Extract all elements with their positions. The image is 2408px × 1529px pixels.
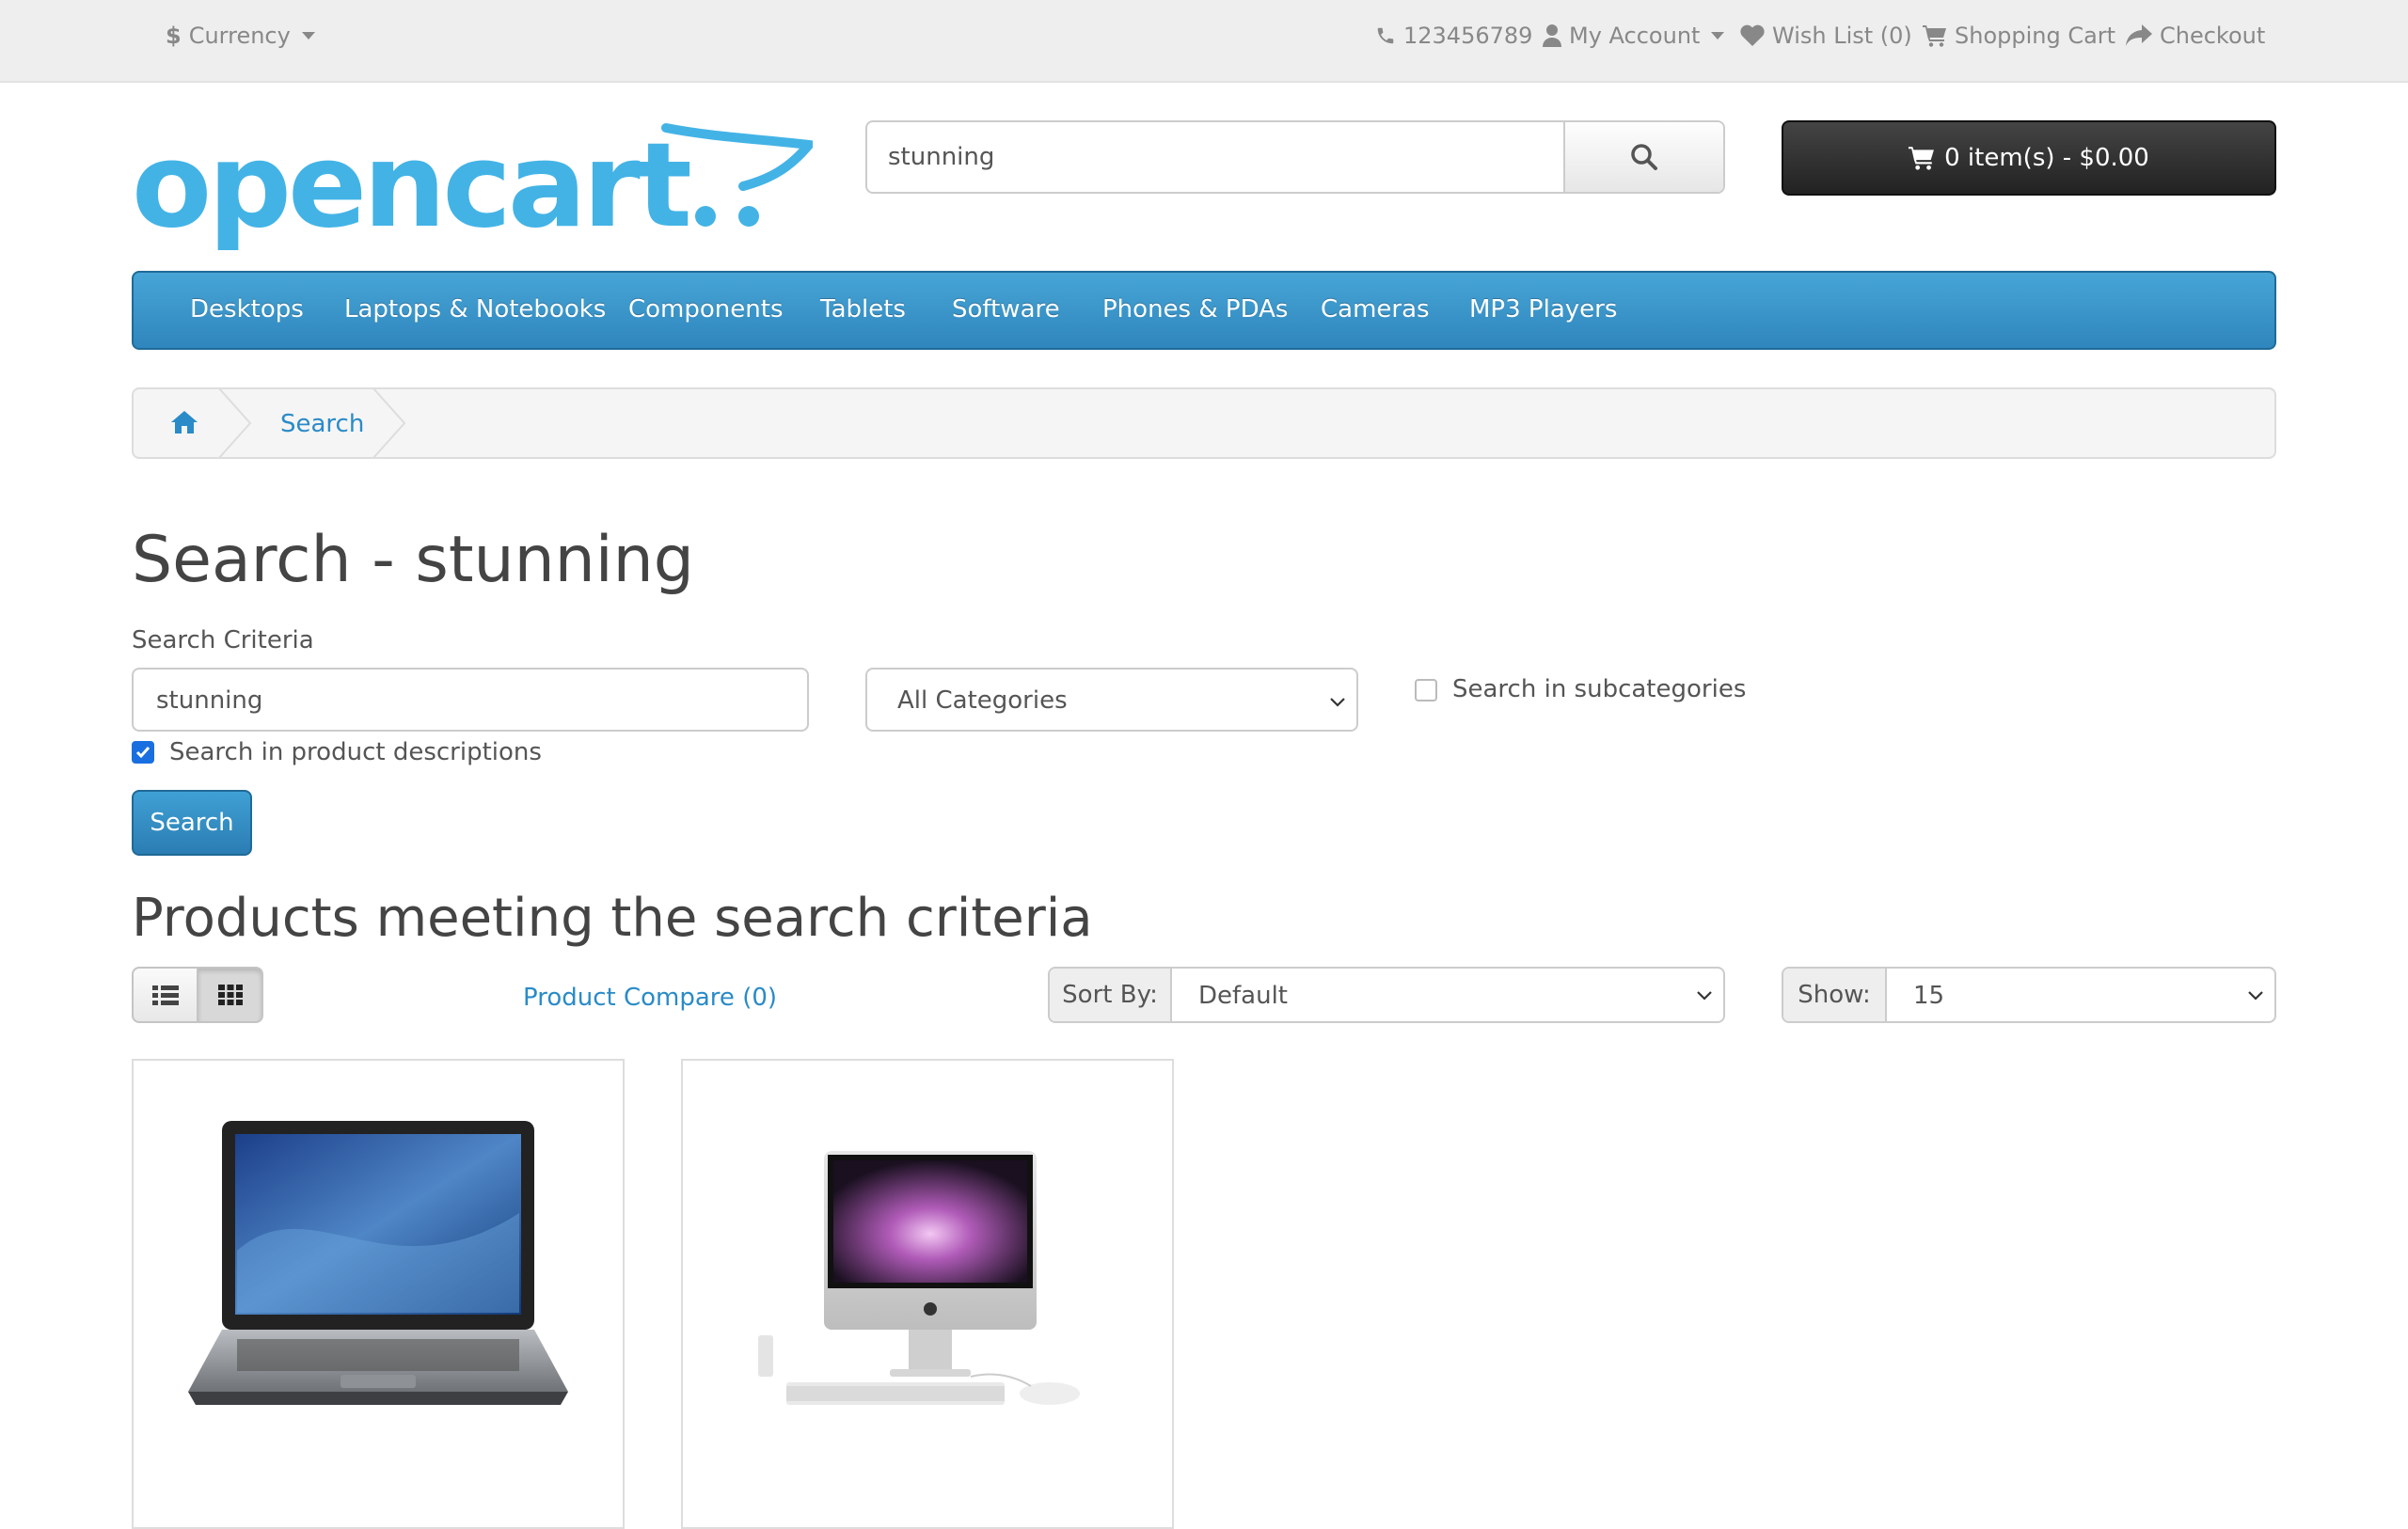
imac-image[interactable] xyxy=(758,1151,1097,1433)
menu-item-software[interactable]: Software xyxy=(952,295,1060,323)
product-compare-link[interactable]: Product Compare (0) xyxy=(523,984,777,1012)
chevron-down-icon xyxy=(1697,991,1712,1001)
phone-link[interactable]: 123456789 xyxy=(1375,23,1532,49)
breadcrumb: Search xyxy=(132,387,2276,459)
check-icon xyxy=(135,747,150,759)
laptop-image[interactable] xyxy=(181,1110,576,1420)
breadcrumb-search-link[interactable]: Search xyxy=(280,410,364,438)
dollar-icon: $ xyxy=(166,23,182,49)
cart-icon xyxy=(1923,25,1946,47)
main-menu: Desktops Laptops & Notebooks Components … xyxy=(132,271,2276,350)
show-select[interactable]: 15 xyxy=(1913,982,1944,1010)
subcategories-label: Search in subcategories xyxy=(1452,675,1747,703)
category-select[interactable]: All Categories xyxy=(865,668,1358,732)
checkout-label: Checkout xyxy=(2160,23,2266,49)
sort-by-select[interactable]: Default xyxy=(1198,982,1288,1010)
product-card[interactable] xyxy=(132,1059,625,1529)
header-search-button[interactable] xyxy=(1563,122,1723,192)
my-account-dropdown[interactable]: My Account xyxy=(1543,23,1725,49)
menu-item-desktops[interactable]: Desktops xyxy=(190,295,304,323)
header-search: stunning xyxy=(865,120,1725,194)
keyword-value: stunning xyxy=(156,686,263,715)
list-icon xyxy=(151,985,179,1005)
shopping-cart-label: Shopping Cart xyxy=(1955,23,2116,49)
heart-icon xyxy=(1740,24,1765,46)
grid-view-button[interactable] xyxy=(197,967,263,1023)
search-icon xyxy=(1631,144,1657,170)
sort-by-label: Sort By: xyxy=(1050,969,1172,1021)
search-button[interactable]: Search xyxy=(132,790,252,856)
chevron-down-icon xyxy=(2248,991,2263,1001)
list-view-button[interactable] xyxy=(132,967,198,1023)
breadcrumb-separator xyxy=(217,387,252,459)
header-search-input[interactable]: stunning xyxy=(888,143,994,171)
category-value: All Categories xyxy=(897,686,1068,715)
currency-dropdown[interactable]: $ Currency xyxy=(166,23,315,49)
menu-item-components[interactable]: Components xyxy=(628,295,784,323)
home-icon[interactable] xyxy=(171,410,198,434)
menu-item-phones[interactable]: Phones & PDAs xyxy=(1102,295,1288,323)
search-criteria-label: Search Criteria xyxy=(132,626,314,654)
wishlist-label: Wish List (0) xyxy=(1772,23,1912,49)
caret-down-icon xyxy=(1711,32,1725,39)
phone-icon xyxy=(1377,27,1394,44)
menu-item-cameras[interactable]: Cameras xyxy=(1321,295,1430,323)
user-icon xyxy=(1543,24,1561,47)
cart-icon xyxy=(1909,147,1935,170)
product-card[interactable] xyxy=(681,1059,1174,1529)
menu-item-laptops[interactable]: Laptops & Notebooks xyxy=(344,295,606,323)
phone-number: 123456789 xyxy=(1403,23,1533,49)
results-heading: Products meeting the search criteria xyxy=(132,888,1093,949)
show-label: Show: xyxy=(1783,969,1887,1021)
top-bar: $ Currency 123456789 My Account Wish Lis… xyxy=(0,0,2408,83)
share-icon xyxy=(2126,24,2152,46)
breadcrumb-separator xyxy=(372,387,406,459)
menu-item-tablets[interactable]: Tablets xyxy=(820,295,906,323)
view-toggle xyxy=(132,967,265,1023)
chevron-down-icon xyxy=(1330,698,1345,707)
subcategories-checkbox[interactable] xyxy=(1415,679,1437,701)
show-group: Show: 15 xyxy=(1782,967,2276,1023)
caret-down-icon xyxy=(301,32,315,39)
keyword-input[interactable]: stunning xyxy=(132,668,809,732)
grid-icon xyxy=(217,985,243,1005)
checkout-link[interactable]: Checkout xyxy=(2126,23,2265,49)
page-title: Search - stunning xyxy=(132,523,694,597)
my-account-label: My Account xyxy=(1569,23,1701,49)
currency-label: Currency xyxy=(188,23,291,49)
cart-button[interactable]: 0 item(s) - $0.00 xyxy=(1782,120,2276,196)
menu-item-mp3[interactable]: MP3 Players xyxy=(1469,295,1617,323)
wishlist-link[interactable]: Wish List (0) xyxy=(1740,23,1912,49)
shopping-cart-link[interactable]: Shopping Cart xyxy=(1923,23,2115,49)
cart-total: 0 item(s) - $0.00 xyxy=(1944,144,2149,172)
logo-text: opencart xyxy=(132,120,690,252)
descriptions-label: Search in product descriptions xyxy=(169,738,542,766)
opencart-logo[interactable]: opencart xyxy=(132,120,813,252)
descriptions-checkbox[interactable] xyxy=(132,741,154,764)
sort-by-group: Sort By: Default xyxy=(1048,967,1725,1023)
